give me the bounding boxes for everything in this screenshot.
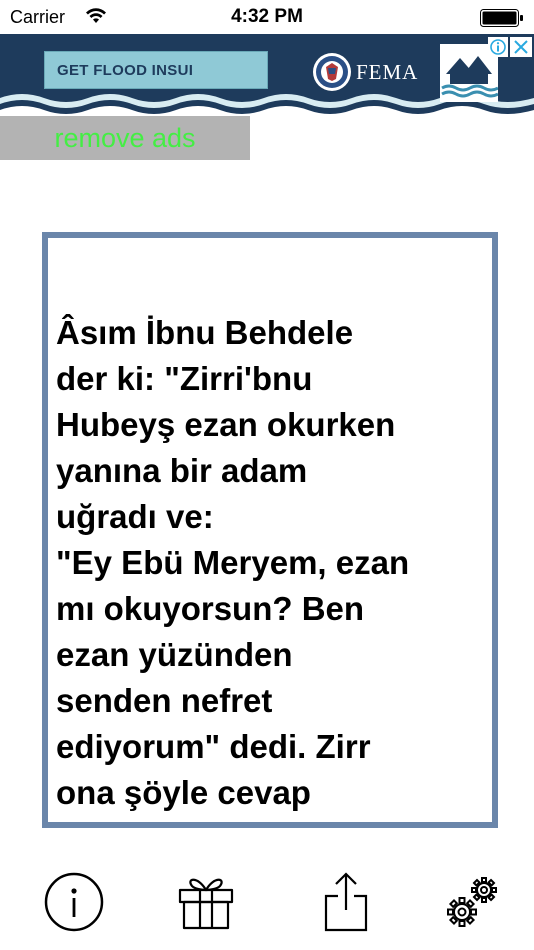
settings-button[interactable] [440, 870, 504, 934]
info-button[interactable] [42, 870, 106, 934]
status-time: 4:32 PM [231, 6, 303, 27]
battery-icon [480, 9, 523, 27]
adchoices-icon[interactable] [488, 37, 508, 57]
info-icon [44, 872, 104, 932]
ad-close-icon[interactable] [510, 37, 532, 57]
status-bar: Carrier 4:32 PM [0, 0, 534, 34]
fema-brand-text: FEMA [356, 60, 419, 84]
share-button[interactable] [314, 870, 378, 934]
ad-cta-button[interactable]: GET FLOOD INSUI [44, 51, 268, 89]
bottom-toolbar [0, 840, 534, 950]
share-icon [324, 872, 368, 932]
ad-banner[interactable]: GET FLOOD INSUI FEMA [0, 34, 534, 116]
gear-icon [447, 877, 497, 927]
remove-ads-button[interactable]: remove ads [0, 116, 250, 160]
fema-seal-icon [313, 53, 351, 91]
gift-icon [178, 878, 234, 930]
hadith-text: Âsım İbnu Behdele der ki: "Zirri'bnu Hub… [56, 314, 410, 822]
content-card: Âsım İbnu Behdele der ki: "Zirri'bnu Hub… [42, 232, 498, 828]
gift-button[interactable] [174, 870, 238, 934]
